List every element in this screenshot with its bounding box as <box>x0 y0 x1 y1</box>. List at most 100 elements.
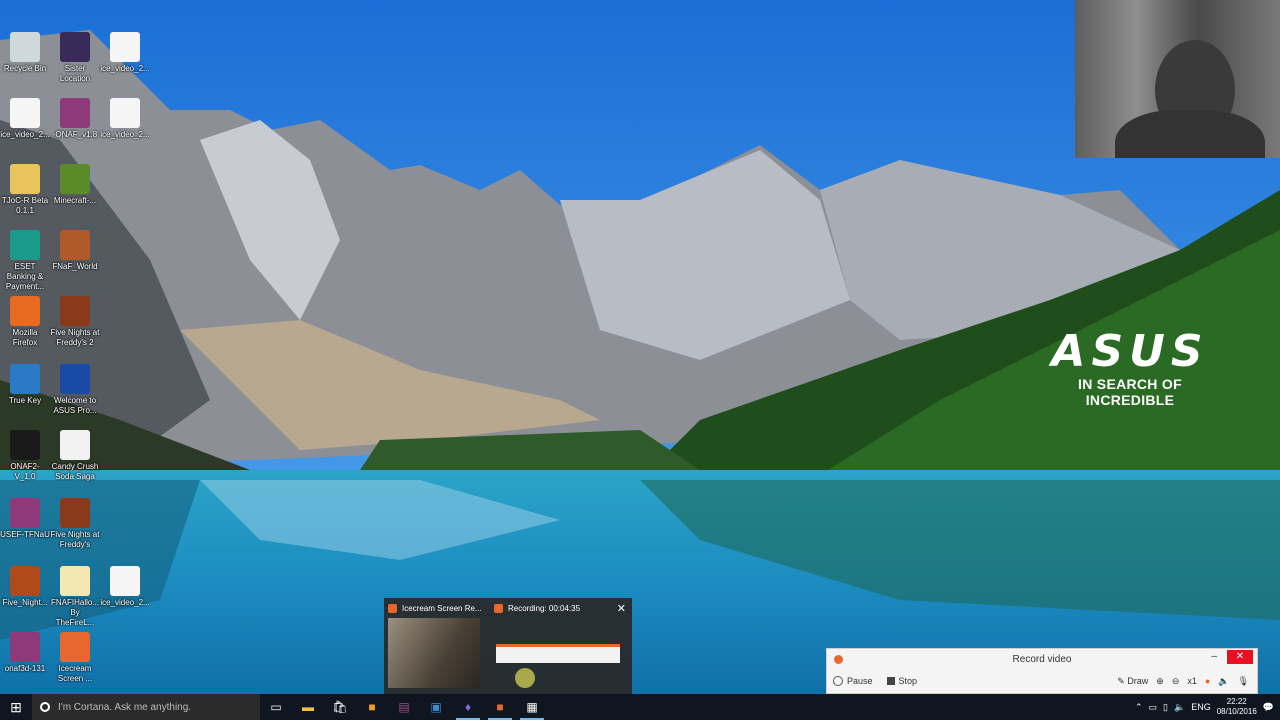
network-icon[interactable]: ▭ <box>1149 702 1158 713</box>
desktop-icon[interactable]: Mozilla Firefox <box>0 296 50 348</box>
desktop-icon[interactable]: Sister Location <box>50 32 100 84</box>
desktop-icon[interactable]: Welcome to ASUS Pro... <box>50 364 100 416</box>
folder-icon <box>60 566 90 596</box>
freddy-icon <box>60 498 90 528</box>
draw-button[interactable]: ✎ Draw <box>1117 676 1148 687</box>
thumbnail-icecream[interactable]: Icecream Screen Re... <box>384 598 502 694</box>
battery-icon[interactable]: ▯ <box>1163 702 1168 713</box>
desktop-icon[interactable]: Five_Night... <box>0 566 50 608</box>
notifications-icon[interactable]: 💬 <box>1263 702 1274 713</box>
desktop-icon-label: FNaF_World <box>52 262 98 271</box>
asus-tagline: IN SEARCH OF INCREDIBLE <box>1078 376 1182 408</box>
app-button-yellow[interactable]: ■ <box>356 694 388 720</box>
desktop-icon-label: ice_video_2... <box>100 598 150 607</box>
store-icon: 🛍 <box>332 700 348 714</box>
stop-label: Stop <box>898 676 918 686</box>
desktop-icon[interactable]: FNaF_World <box>50 230 100 272</box>
minimize-button[interactable]: – <box>1211 651 1217 662</box>
show-hidden-icons[interactable]: ⌃ <box>1135 702 1143 713</box>
desktop-icon-label: Minecraft-... <box>53 196 97 205</box>
app-button-blue[interactable]: ▣ <box>420 694 452 720</box>
clock[interactable]: 22:22 08/10/2016 <box>1217 697 1257 717</box>
clock-time: 22:22 <box>1226 697 1247 706</box>
app-icon: ■ <box>368 700 376 714</box>
minecraft-icon <box>60 164 90 194</box>
desktop-icon[interactable]: Minecraft-... <box>50 164 100 206</box>
mouse-cursor-highlight <box>515 668 535 688</box>
task-view-button[interactable]: ▭ <box>260 694 292 720</box>
microphone-icon[interactable]: 🎙 <box>1238 676 1249 687</box>
desktop-icon[interactable]: ice_video_2... <box>100 98 150 140</box>
webcam-overlay <box>1075 0 1280 158</box>
cortana-search-box[interactable]: I'm Cortana. Ask me anything. <box>32 694 260 720</box>
language-indicator[interactable]: ENG <box>1191 702 1211 712</box>
thumbnail-recording[interactable]: Recording: 00:04:35 <box>490 598 620 694</box>
zoom-level: x1 <box>1187 676 1197 686</box>
volume-icon[interactable]: 🔈 <box>1174 702 1185 713</box>
desktop-icon[interactable]: Five Nights at Freddy's <box>50 498 100 550</box>
file-explorer-button[interactable]: ▬ <box>292 694 324 720</box>
desktop-icon-label: Five Nights at Freddy's <box>50 530 100 549</box>
winrar-button[interactable]: ▤ <box>388 694 420 720</box>
stop-button[interactable]: Stop <box>886 676 918 686</box>
archive-icon <box>10 498 40 528</box>
desktop-icon[interactable]: ice_video_2... <box>100 32 150 74</box>
game-button[interactable]: ♦ <box>452 694 484 720</box>
recycle-bin-icon <box>10 32 40 62</box>
desktop-icon[interactable]: Recycle Bin <box>0 32 50 74</box>
thumbnail-title: Icecream Screen Re... <box>402 603 482 613</box>
zoom-in-icon[interactable]: ⊕ <box>1156 676 1164 687</box>
webcam-toggle-icon[interactable]: ● <box>1205 676 1210 686</box>
desktop-icon-label: ONAF2-V_1.0 <box>10 462 40 481</box>
zoom-out-icon[interactable]: ⊖ <box>1172 676 1180 687</box>
windows-icon: ⊞ <box>10 698 22 715</box>
pause-icon <box>833 676 843 686</box>
desktop-icon-label: Welcome to ASUS Pro... <box>53 396 97 415</box>
stop-icon <box>886 677 895 685</box>
icecream-button[interactable]: ■ <box>484 694 516 720</box>
thumbnail-webcam-preview <box>388 618 480 688</box>
desktop-icon[interactable]: onaf3d-131 <box>0 632 50 674</box>
pause-button[interactable]: Pause <box>833 676 873 686</box>
desktop-icon[interactable]: True Key <box>0 364 50 406</box>
store-button[interactable]: 🛍 <box>324 694 356 720</box>
icecream-icon: ■ <box>496 700 504 714</box>
desktop-icon[interactable]: Icecream Screen ... <box>50 632 100 684</box>
asus-brand: ASUS IN SEARCH OF INCREDIBLE <box>1040 326 1220 409</box>
asus-logo: ASUS <box>1051 326 1209 377</box>
desktop-icons: Recycle Bin Sister Location ice_video_2...… <box>0 28 160 692</box>
freddy-icon <box>60 230 90 260</box>
desktop-icon[interactable]: USEF-TFNaU <box>0 498 50 540</box>
eset-icon <box>10 230 40 260</box>
speaker-icon[interactable]: 🔈 <box>1218 676 1229 687</box>
thumbnail-close-icon[interactable]: ✕ <box>617 602 626 615</box>
calculator-button[interactable]: ▦ <box>516 694 548 720</box>
draw-label: Draw <box>1127 675 1149 686</box>
icecream-icon <box>388 603 397 613</box>
start-button[interactable]: ⊞ <box>0 694 32 720</box>
desktop-icon[interactable]: ice_video_2... <box>100 566 150 608</box>
firefox-icon <box>110 98 140 128</box>
desktop-icon-label: ESET Banking & Payment... <box>5 262 45 291</box>
archive-icon <box>60 98 90 128</box>
cortana-placeholder: I'm Cortana. Ask me anything. <box>58 701 192 713</box>
desktop-icon[interactable]: Five Nights at Freddy's 2 <box>50 296 100 348</box>
record-panel-title: Record video <box>1012 653 1072 665</box>
desktop-icon-label: Recycle Bin <box>3 64 47 73</box>
icecream-icon <box>494 603 503 613</box>
close-button[interactable]: ✕ <box>1227 650 1253 664</box>
desktop-icon[interactable]: ice_video_2... <box>0 98 50 140</box>
desktop-icon[interactable]: -ONAF_v1.8 <box>50 98 100 140</box>
firefox-icon <box>110 32 140 62</box>
desktop-icon[interactable]: FNAFIHallo... By TheFireL... <box>50 566 100 628</box>
desktop-icon-label: ice_video_2... <box>0 130 50 139</box>
taskbar-thumbnail-preview: Icecream Screen Re... Recording: 00:04:3… <box>384 598 632 694</box>
pause-label: Pause <box>847 676 873 686</box>
desktop-icon[interactable]: ONAF2-V_1.0 <box>0 430 50 482</box>
clock-date: 08/10/2016 <box>1216 707 1257 716</box>
desktop-icon-label: Candy Crush Soda Saga <box>51 462 99 481</box>
desktop-icon[interactable]: Candy Crush Soda Saga <box>50 430 100 482</box>
desktop-icon[interactable]: TJoC-R Beta 0.1.1 <box>0 164 50 216</box>
desktop-icon[interactable]: ESET Banking & Payment... <box>0 230 50 292</box>
freddy-icon <box>60 296 90 326</box>
